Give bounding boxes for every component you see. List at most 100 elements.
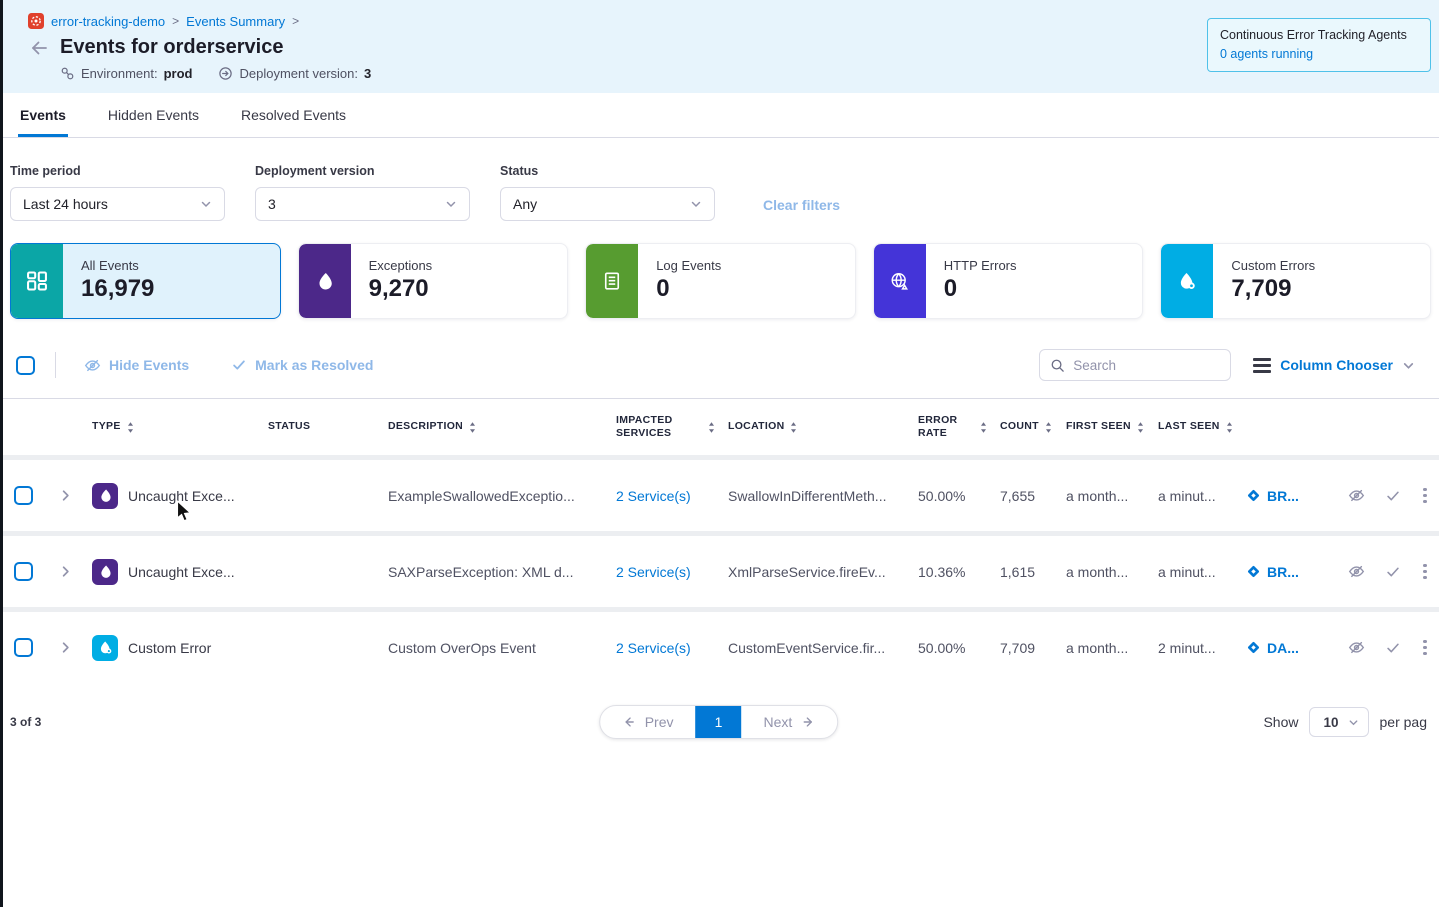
time-period-select[interactable]: Last 24 hours — [10, 187, 225, 221]
card-value: 0 — [944, 275, 1017, 303]
status-select[interactable]: Any — [500, 187, 715, 221]
card-value: 7,709 — [1231, 275, 1315, 303]
deployment-version-select[interactable]: 3 — [255, 187, 470, 221]
mark-resolved-label: Mark as Resolved — [255, 357, 373, 373]
row-checkbox[interactable] — [14, 562, 33, 581]
table-row[interactable]: Uncaught Exce... SAXParseException: XML … — [0, 536, 1439, 607]
event-count: 1,615 — [1000, 564, 1066, 580]
agents-running-link[interactable]: 0 agents running — [1220, 46, 1418, 62]
card-label: HTTP Errors — [944, 258, 1017, 273]
table-row[interactable]: Custom Error Custom OverOps Event 2 Serv… — [0, 612, 1439, 683]
tab-resolved-events[interactable]: Resolved Events — [239, 93, 348, 137]
card-exceptions[interactable]: Exceptions 9,270 — [298, 243, 569, 319]
row-menu-icon[interactable] — [1421, 486, 1429, 506]
diamond-icon — [1246, 488, 1261, 503]
card-all-events[interactable]: All Events 16,979 — [10, 243, 281, 319]
event-description: Custom OverOps Event — [388, 640, 616, 656]
flame-gear-icon — [1161, 244, 1213, 318]
environment-value: prod — [164, 66, 193, 81]
card-log-events[interactable]: Log Events 0 — [585, 243, 856, 319]
search-input[interactable] — [1073, 358, 1213, 373]
deployment-value: 3 — [364, 66, 371, 81]
resolve-event-icon[interactable] — [1385, 488, 1401, 504]
environment-meta: Environment: prod — [60, 66, 192, 81]
arrow-left-icon — [622, 715, 636, 729]
impacted-services-link[interactable]: 2 Service(s) — [616, 640, 728, 656]
check-icon — [231, 357, 247, 373]
sort-icon — [1044, 421, 1053, 434]
column-header-type[interactable]: TYPE — [92, 420, 268, 433]
card-label: Log Events — [656, 258, 721, 273]
column-header-error-rate[interactable]: ERROR RATE — [918, 414, 988, 440]
document-icon — [586, 244, 638, 318]
event-location: CustomEventService.fir... — [728, 640, 918, 656]
version-link[interactable]: BR... — [1246, 488, 1342, 504]
tab-bar: Events Hidden Events Resolved Events — [0, 93, 1439, 138]
hide-events-button[interactable]: Hide Events — [84, 357, 189, 374]
column-chooser-button[interactable]: Column Chooser — [1253, 357, 1415, 373]
hide-event-icon[interactable] — [1348, 487, 1365, 504]
chevron-down-icon — [690, 198, 702, 210]
eye-off-icon — [84, 357, 101, 374]
next-page-button[interactable]: Next — [742, 706, 838, 738]
row-menu-icon[interactable] — [1421, 562, 1429, 582]
card-label: Custom Errors — [1231, 258, 1315, 273]
version-link[interactable]: BR... — [1246, 564, 1342, 580]
row-count: 3 of 3 — [10, 715, 41, 729]
page-number-1[interactable]: 1 — [696, 706, 742, 738]
event-type: Uncaught Exce... — [128, 488, 235, 504]
column-header-location[interactable]: LOCATION — [728, 420, 918, 433]
deployment-label: Deployment version: — [239, 66, 358, 81]
expand-chevron-icon[interactable] — [58, 640, 92, 655]
agents-title: Continuous Error Tracking Agents — [1220, 27, 1418, 43]
status-value: Any — [513, 196, 537, 212]
version-link[interactable]: DA... — [1246, 640, 1342, 656]
clear-filters-button[interactable]: Clear filters — [763, 197, 840, 213]
hide-event-icon[interactable] — [1348, 563, 1365, 580]
column-header-count[interactable]: COUNT — [1000, 420, 1066, 433]
row-checkbox[interactable] — [14, 486, 33, 505]
environment-icon — [60, 66, 75, 81]
time-period-label: Time period — [10, 164, 225, 178]
resolve-event-icon[interactable] — [1385, 640, 1401, 656]
sort-icon — [126, 421, 135, 434]
select-all-checkbox[interactable] — [16, 356, 35, 375]
event-type: Uncaught Exce... — [128, 564, 235, 580]
impacted-services-link[interactable]: 2 Service(s) — [616, 488, 728, 504]
expand-chevron-icon[interactable] — [58, 488, 92, 503]
tab-hidden-events[interactable]: Hidden Events — [106, 93, 201, 137]
resolve-event-icon[interactable] — [1385, 564, 1401, 580]
table-row[interactable]: Uncaught Exce... ExampleSwallowedExcepti… — [0, 460, 1439, 531]
column-header-status[interactable]: STATUS — [268, 420, 388, 433]
flame-gear-icon — [92, 635, 118, 661]
sort-icon — [979, 421, 988, 434]
event-count: 7,709 — [1000, 640, 1066, 656]
deployment-icon — [218, 66, 233, 81]
expand-chevron-icon[interactable] — [58, 564, 92, 579]
events-table: TYPE STATUS DESCRIPTION IMPACTED SERVICE… — [0, 398, 1439, 683]
column-header-last-seen[interactable]: LAST SEEN — [1158, 420, 1246, 433]
breadcrumb-project[interactable]: error-tracking-demo — [51, 14, 165, 29]
deployment-version-value: 3 — [268, 196, 276, 212]
prev-page-button[interactable]: Prev — [600, 706, 696, 738]
page-size-select[interactable]: 10 — [1309, 707, 1368, 737]
column-header-first-seen[interactable]: FIRST SEEN — [1066, 420, 1158, 433]
row-checkbox[interactable] — [14, 638, 33, 657]
column-header-impacted-services[interactable]: IMPACTED SERVICES — [616, 414, 716, 440]
card-custom-errors[interactable]: Custom Errors 7,709 — [1160, 243, 1431, 319]
column-header-description[interactable]: DESCRIPTION — [388, 420, 616, 433]
hide-event-icon[interactable] — [1348, 639, 1365, 656]
deployment-version-label: Deployment version — [255, 164, 470, 178]
error-rate: 10.36% — [918, 564, 1000, 580]
impacted-services-link[interactable]: 2 Service(s) — [616, 564, 728, 580]
row-menu-icon[interactable] — [1421, 638, 1429, 658]
card-http-errors[interactable]: HTTP Errors 0 — [873, 243, 1144, 319]
card-value: 16,979 — [81, 275, 154, 303]
sort-icon — [468, 421, 477, 434]
breadcrumb-section[interactable]: Events Summary — [186, 14, 285, 29]
back-arrow-icon[interactable] — [28, 38, 48, 58]
environment-label: Environment: — [81, 66, 158, 81]
arrow-right-icon — [801, 715, 815, 729]
tab-events[interactable]: Events — [18, 93, 68, 137]
mark-resolved-button[interactable]: Mark as Resolved — [231, 357, 373, 373]
